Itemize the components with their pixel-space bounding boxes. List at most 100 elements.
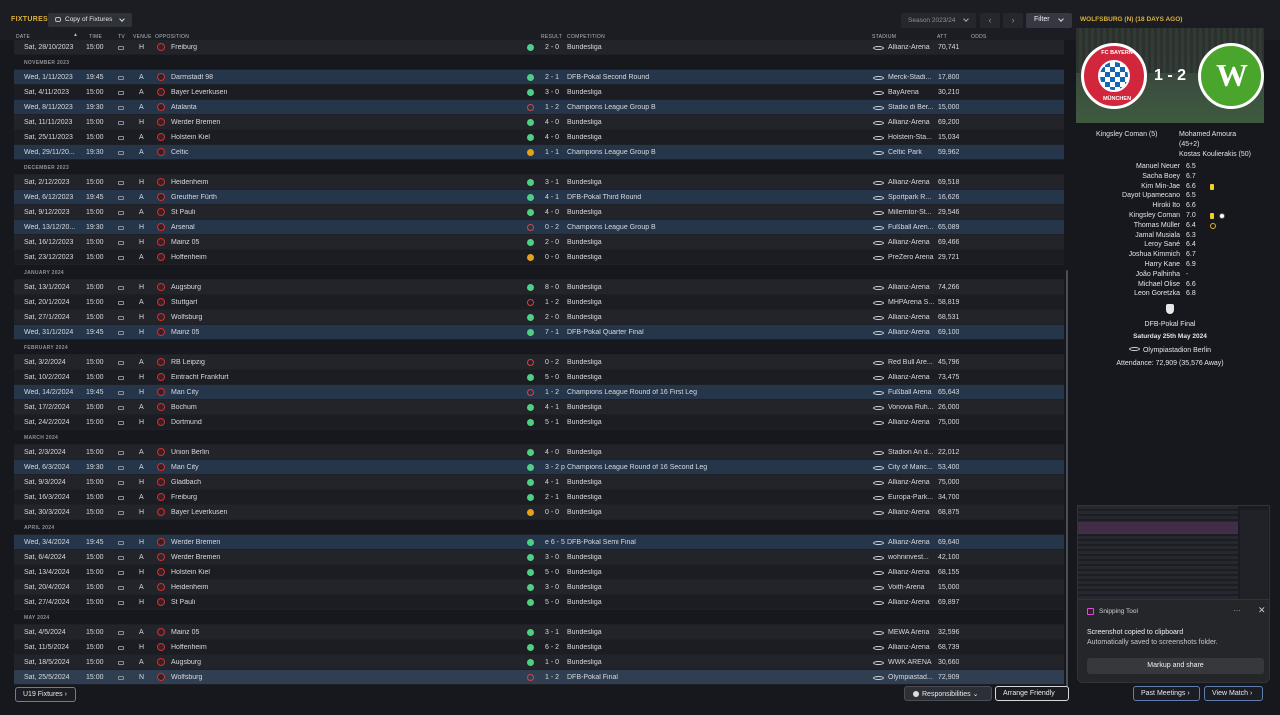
fixture-opposition[interactable]: St Pauli	[171, 599, 195, 606]
lineup-row[interactable]: Jamal Musiala 6.3	[1076, 232, 1264, 242]
table-row[interactable]: Sat, 13/4/2024 15:00 H Holstein Kiel 5 - 0 Bu…	[14, 565, 1064, 580]
table-row[interactable]: Sat, 6/4/2024 15:00 A Werder Bremen 3 - 0 Bun…	[14, 550, 1064, 565]
fixture-opposition[interactable]: Mainz 05	[171, 629, 199, 636]
fixture-opposition[interactable]: Werder Bremen	[171, 554, 220, 561]
fixture-opposition[interactable]: Eintracht Frankfurt	[171, 374, 229, 381]
fixture-competition[interactable]: Bundesliga	[567, 119, 602, 126]
fixture-opposition[interactable]: Man City	[171, 389, 199, 396]
fixture-competition[interactable]: Bundesliga	[567, 134, 602, 141]
table-row[interactable]: Wed, 6/12/2023 19:45 A Greuther Fürth 4 - 1D…	[14, 190, 1064, 205]
fixture-opposition[interactable]: Werder Bremen	[171, 539, 220, 546]
fixture-competition[interactable]: Champions League Group B	[567, 104, 656, 111]
fixture-opposition[interactable]: Heidenheim	[171, 584, 208, 591]
table-row[interactable]: Sat, 13/1/2024 15:00 H Augsburg 8 - 0 Bundesl…	[14, 280, 1064, 295]
table-row[interactable]: Sat, 2/12/2023 15:00 H Heidenheim 3 - 1 Bunde…	[14, 175, 1064, 190]
table-row[interactable]: Sat, 27/1/2024 15:00 H Wolfsburg 2 - 0 Bundes…	[14, 310, 1064, 325]
fixture-opposition[interactable]: Holstein Kiel	[171, 134, 210, 141]
fixture-competition[interactable]: Bundesliga	[567, 179, 602, 186]
table-row[interactable]: Sat, 27/4/2024 15:00 H St Pauli 5 - 0 Bundesl…	[14, 595, 1064, 610]
lineup-row[interactable]: Manuel Neuer 6.5	[1076, 163, 1264, 173]
lineup-row[interactable]: Kingsley Coman 7.0	[1076, 212, 1264, 222]
season-selector[interactable]: Season 2023/24	[901, 13, 976, 28]
fixture-competition[interactable]: Bundesliga	[567, 554, 602, 561]
lineup-row[interactable]: João Palhinha -	[1076, 271, 1264, 281]
fixture-competition[interactable]: Bundesliga	[567, 314, 602, 321]
table-row[interactable]: Wed, 8/11/2023 19:30 A Atalanta 1 - 2 Champio…	[14, 100, 1064, 115]
filter-button[interactable]: Filter	[1026, 13, 1072, 28]
fixture-competition[interactable]: Bundesliga	[567, 419, 602, 426]
table-row[interactable]: Sat, 11/5/2024 15:00 H Hoffenheim 6 - 2 Bunde…	[14, 640, 1064, 655]
table-row[interactable]: Sat, 10/2/2024 15:00 H Eintracht Frankfurt 5…	[14, 370, 1064, 385]
fixture-opposition[interactable]: Union Berlin	[171, 449, 209, 456]
fixture-competition[interactable]: Bundesliga	[567, 479, 602, 486]
fixture-opposition[interactable]: Augsburg	[171, 659, 201, 666]
fixture-opposition[interactable]: Wolfsburg	[171, 674, 202, 681]
table-row[interactable]: Sat, 3/2/2024 15:00 A RB Leipzig 0 - 2 Bundes…	[14, 355, 1064, 370]
fixture-opposition[interactable]: Mainz 05	[171, 239, 199, 246]
lineup-row[interactable]: Joshua Kimmich 6.7	[1076, 251, 1264, 261]
scrollbar[interactable]	[1066, 270, 1068, 690]
fixture-opposition[interactable]: Darmstadt 98	[171, 74, 213, 81]
fixture-competition[interactable]: Champions League Round of 16 First Leg	[567, 389, 697, 396]
fixture-opposition[interactable]: Mainz 05	[171, 329, 199, 336]
table-row[interactable]: Sat, 17/2/2024 15:00 A Bochum 4 - 1 Bundeslig…	[14, 400, 1064, 415]
arrange-friendly-button[interactable]: Arrange Friendly	[995, 686, 1069, 701]
table-row[interactable]: Sat, 20/1/2024 15:00 A Stuttgart 1 - 2 Bundes…	[14, 295, 1064, 310]
fixture-opposition[interactable]: RB Leipzig	[171, 359, 205, 366]
lineup-row[interactable]: Harry Kane 6.9	[1076, 261, 1264, 271]
fixture-competition[interactable]: DFB-Pokal Third Round	[567, 194, 641, 201]
fixture-opposition[interactable]: Man City	[171, 464, 199, 471]
fixture-opposition[interactable]: Gladbach	[171, 479, 201, 486]
fixture-opposition[interactable]: Hoffenheim	[171, 644, 207, 651]
fixture-competition[interactable]: DFB-Pokal Final	[567, 674, 618, 681]
lineup-row[interactable]: Thomas Müller 6.4	[1076, 222, 1264, 232]
table-row[interactable]: Wed, 14/2/2024 19:45 H Man City 1 - 2 Champio…	[14, 385, 1064, 400]
lineup-row[interactable]: Michael Olise 6.6	[1076, 281, 1264, 291]
fixture-opposition[interactable]: Werder Bremen	[171, 119, 220, 126]
table-row[interactable]: Wed, 6/3/2024 19:30 A Man City 3 - 2 p Champi…	[14, 460, 1064, 475]
lineup-row[interactable]: Kim Min-Jae 6.6	[1076, 183, 1264, 193]
fixture-competition[interactable]: Bundesliga	[567, 404, 602, 411]
fixture-opposition[interactable]: Bayer Leverkusen	[171, 89, 227, 96]
lineup-row[interactable]: Sacha Boey 6.7	[1076, 173, 1264, 183]
next-button[interactable]: ›	[1003, 13, 1023, 28]
view-match-button[interactable]: View Match ›	[1204, 686, 1263, 701]
fixture-opposition[interactable]: Wolfsburg	[171, 314, 202, 321]
table-row[interactable]: Sat, 11/11/2023 15:00 H Werder Bremen 4 - 0B…	[14, 115, 1064, 130]
fixture-competition[interactable]: DFB-Pokal Second Round	[567, 74, 649, 81]
fixture-competition[interactable]: Bundesliga	[567, 284, 602, 291]
fixture-competition[interactable]: DFB-Pokal Quarter Final	[567, 329, 644, 336]
more-options-button[interactable]: ···	[1233, 606, 1241, 615]
table-row[interactable]: Sat, 24/2/2024 15:00 H Dortmund 5 - 1 Bundesl…	[14, 415, 1064, 430]
screenshot-thumbnail[interactable]	[1077, 505, 1270, 602]
fixture-competition[interactable]: Bundesliga	[567, 89, 602, 96]
table-row[interactable]: Sat, 16/3/2024 15:00 A Freiburg 2 - 1 Bundesl…	[14, 490, 1064, 505]
table-row[interactable]: Wed, 29/11/20... 19:30 A Celtic 1 - 1 Champio…	[14, 145, 1064, 160]
fixture-opposition[interactable]: Hoffenheim	[171, 254, 207, 261]
fixture-opposition[interactable]: Freiburg	[171, 494, 197, 501]
past-meetings-button[interactable]: Past Meetings ›	[1133, 686, 1200, 701]
fixture-opposition[interactable]: Atalanta	[171, 104, 197, 111]
fixture-competition[interactable]: Bundesliga	[567, 374, 602, 381]
fixture-competition[interactable]: Bundesliga	[567, 599, 602, 606]
lineup-row[interactable]: Dayot Upamecano 6.5	[1076, 192, 1264, 202]
fixture-opposition[interactable]: St Pauli	[171, 209, 195, 216]
fixture-competition[interactable]: Bundesliga	[567, 569, 602, 576]
table-row[interactable]: Sat, 28/10/2023 15:00 H Freiburg 2 - 0 Bundes…	[14, 40, 1064, 55]
fixture-competition[interactable]: Bundesliga	[567, 359, 602, 366]
table-row[interactable]: Wed, 13/12/20... 19:30 H Arsenal 0 - 2 Champi…	[14, 220, 1064, 235]
fixture-competition[interactable]: Bundesliga	[567, 644, 602, 651]
table-row[interactable]: Sat, 4/11/2023 15:00 A Bayer Leverkusen 3 - …	[14, 85, 1064, 100]
fixture-competition[interactable]: Bundesliga	[567, 509, 602, 516]
table-row[interactable]: Sat, 23/12/2023 15:00 A Hoffenheim 0 - 0 Bund…	[14, 250, 1064, 265]
fixture-competition[interactable]: Bundesliga	[567, 299, 602, 306]
fixture-opposition[interactable]: Bochum	[171, 404, 197, 411]
fixture-competition[interactable]: Bundesliga	[567, 449, 602, 456]
fixture-competition[interactable]: Bundesliga	[567, 254, 602, 261]
fixture-opposition[interactable]: Stuttgart	[171, 299, 197, 306]
fixture-competition[interactable]: Bundesliga	[567, 629, 602, 636]
lineup-row[interactable]: Leroy Sané 6.4	[1076, 241, 1264, 251]
table-row[interactable]: Sat, 2/3/2024 15:00 A Union Berlin 4 - 0 Bund…	[14, 445, 1064, 460]
table-row[interactable]: Sat, 9/3/2024 15:00 H Gladbach 4 - 1 Bundesli…	[14, 475, 1064, 490]
lineup-row[interactable]: Leon Goretzka 6.8	[1076, 290, 1264, 300]
